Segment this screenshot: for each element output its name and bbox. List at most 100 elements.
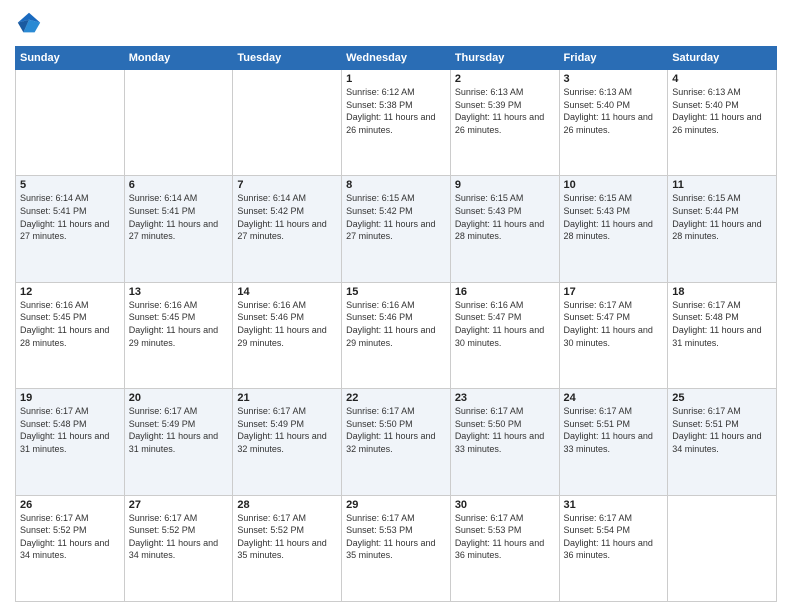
- day-info: Sunrise: 6:16 AM Sunset: 5:46 PM Dayligh…: [346, 299, 446, 349]
- day-number: 25: [672, 392, 772, 404]
- day-number: 29: [346, 499, 446, 511]
- calendar-cell: 29Sunrise: 6:17 AM Sunset: 5:53 PM Dayli…: [342, 495, 451, 601]
- calendar-week-5: 26Sunrise: 6:17 AM Sunset: 5:52 PM Dayli…: [16, 495, 777, 601]
- day-number: 28: [237, 499, 337, 511]
- calendar-table: SundayMondayTuesdayWednesdayThursdayFrid…: [15, 46, 777, 602]
- calendar-cell: 20Sunrise: 6:17 AM Sunset: 5:49 PM Dayli…: [124, 389, 233, 495]
- day-number: 3: [564, 73, 664, 85]
- calendar-cell: 28Sunrise: 6:17 AM Sunset: 5:52 PM Dayli…: [233, 495, 342, 601]
- calendar-cell: 27Sunrise: 6:17 AM Sunset: 5:52 PM Dayli…: [124, 495, 233, 601]
- calendar-cell: 18Sunrise: 6:17 AM Sunset: 5:48 PM Dayli…: [668, 282, 777, 388]
- day-info: Sunrise: 6:15 AM Sunset: 5:42 PM Dayligh…: [346, 192, 446, 242]
- day-number: 20: [129, 392, 229, 404]
- day-info: Sunrise: 6:17 AM Sunset: 5:51 PM Dayligh…: [564, 405, 664, 455]
- calendar-cell: 24Sunrise: 6:17 AM Sunset: 5:51 PM Dayli…: [559, 389, 668, 495]
- day-info: Sunrise: 6:17 AM Sunset: 5:51 PM Dayligh…: [672, 405, 772, 455]
- day-number: 9: [455, 179, 555, 191]
- calendar-week-2: 5Sunrise: 6:14 AM Sunset: 5:41 PM Daylig…: [16, 176, 777, 282]
- day-number: 27: [129, 499, 229, 511]
- day-info: Sunrise: 6:17 AM Sunset: 5:50 PM Dayligh…: [455, 405, 555, 455]
- day-number: 17: [564, 286, 664, 298]
- day-number: 6: [129, 179, 229, 191]
- day-info: Sunrise: 6:17 AM Sunset: 5:53 PM Dayligh…: [455, 512, 555, 562]
- day-number: 8: [346, 179, 446, 191]
- day-number: 15: [346, 286, 446, 298]
- day-info: Sunrise: 6:14 AM Sunset: 5:42 PM Dayligh…: [237, 192, 337, 242]
- day-header-friday: Friday: [559, 47, 668, 70]
- day-number: 31: [564, 499, 664, 511]
- calendar-cell: 4Sunrise: 6:13 AM Sunset: 5:40 PM Daylig…: [668, 70, 777, 176]
- calendar-header-row: SundayMondayTuesdayWednesdayThursdayFrid…: [16, 47, 777, 70]
- day-number: 30: [455, 499, 555, 511]
- calendar-week-4: 19Sunrise: 6:17 AM Sunset: 5:48 PM Dayli…: [16, 389, 777, 495]
- page: SundayMondayTuesdayWednesdayThursdayFrid…: [0, 0, 792, 612]
- day-number: 21: [237, 392, 337, 404]
- day-number: 10: [564, 179, 664, 191]
- calendar-cell: [233, 70, 342, 176]
- header: [15, 10, 777, 38]
- calendar-cell: 22Sunrise: 6:17 AM Sunset: 5:50 PM Dayli…: [342, 389, 451, 495]
- calendar-cell: 26Sunrise: 6:17 AM Sunset: 5:52 PM Dayli…: [16, 495, 125, 601]
- calendar-cell: 25Sunrise: 6:17 AM Sunset: 5:51 PM Dayli…: [668, 389, 777, 495]
- day-info: Sunrise: 6:17 AM Sunset: 5:48 PM Dayligh…: [20, 405, 120, 455]
- day-number: 23: [455, 392, 555, 404]
- day-number: 19: [20, 392, 120, 404]
- day-number: 2: [455, 73, 555, 85]
- day-info: Sunrise: 6:16 AM Sunset: 5:46 PM Dayligh…: [237, 299, 337, 349]
- day-info: Sunrise: 6:14 AM Sunset: 5:41 PM Dayligh…: [129, 192, 229, 242]
- day-header-wednesday: Wednesday: [342, 47, 451, 70]
- day-info: Sunrise: 6:15 AM Sunset: 5:44 PM Dayligh…: [672, 192, 772, 242]
- calendar-cell: 31Sunrise: 6:17 AM Sunset: 5:54 PM Dayli…: [559, 495, 668, 601]
- calendar-cell: 3Sunrise: 6:13 AM Sunset: 5:40 PM Daylig…: [559, 70, 668, 176]
- day-number: 5: [20, 179, 120, 191]
- calendar-cell: 13Sunrise: 6:16 AM Sunset: 5:45 PM Dayli…: [124, 282, 233, 388]
- day-number: 7: [237, 179, 337, 191]
- calendar-cell: 1Sunrise: 6:12 AM Sunset: 5:38 PM Daylig…: [342, 70, 451, 176]
- calendar-cell: 7Sunrise: 6:14 AM Sunset: 5:42 PM Daylig…: [233, 176, 342, 282]
- calendar-cell: 2Sunrise: 6:13 AM Sunset: 5:39 PM Daylig…: [450, 70, 559, 176]
- calendar-cell: 11Sunrise: 6:15 AM Sunset: 5:44 PM Dayli…: [668, 176, 777, 282]
- day-number: 11: [672, 179, 772, 191]
- calendar-cell: [124, 70, 233, 176]
- day-info: Sunrise: 6:17 AM Sunset: 5:53 PM Dayligh…: [346, 512, 446, 562]
- calendar-cell: [16, 70, 125, 176]
- day-header-sunday: Sunday: [16, 47, 125, 70]
- day-number: 14: [237, 286, 337, 298]
- day-info: Sunrise: 6:16 AM Sunset: 5:45 PM Dayligh…: [20, 299, 120, 349]
- day-info: Sunrise: 6:17 AM Sunset: 5:54 PM Dayligh…: [564, 512, 664, 562]
- day-info: Sunrise: 6:16 AM Sunset: 5:45 PM Dayligh…: [129, 299, 229, 349]
- day-header-thursday: Thursday: [450, 47, 559, 70]
- day-header-tuesday: Tuesday: [233, 47, 342, 70]
- calendar-cell: 9Sunrise: 6:15 AM Sunset: 5:43 PM Daylig…: [450, 176, 559, 282]
- day-info: Sunrise: 6:17 AM Sunset: 5:49 PM Dayligh…: [237, 405, 337, 455]
- logo: [15, 10, 47, 38]
- day-info: Sunrise: 6:17 AM Sunset: 5:50 PM Dayligh…: [346, 405, 446, 455]
- calendar-cell: 12Sunrise: 6:16 AM Sunset: 5:45 PM Dayli…: [16, 282, 125, 388]
- day-number: 16: [455, 286, 555, 298]
- day-header-monday: Monday: [124, 47, 233, 70]
- calendar-cell: 14Sunrise: 6:16 AM Sunset: 5:46 PM Dayli…: [233, 282, 342, 388]
- day-header-saturday: Saturday: [668, 47, 777, 70]
- day-info: Sunrise: 6:17 AM Sunset: 5:52 PM Dayligh…: [20, 512, 120, 562]
- day-info: Sunrise: 6:16 AM Sunset: 5:47 PM Dayligh…: [455, 299, 555, 349]
- logo-icon: [15, 10, 43, 38]
- calendar-week-1: 1Sunrise: 6:12 AM Sunset: 5:38 PM Daylig…: [16, 70, 777, 176]
- calendar-cell: [668, 495, 777, 601]
- calendar-cell: 15Sunrise: 6:16 AM Sunset: 5:46 PM Dayli…: [342, 282, 451, 388]
- day-info: Sunrise: 6:15 AM Sunset: 5:43 PM Dayligh…: [564, 192, 664, 242]
- calendar-cell: 16Sunrise: 6:16 AM Sunset: 5:47 PM Dayli…: [450, 282, 559, 388]
- day-number: 22: [346, 392, 446, 404]
- day-number: 18: [672, 286, 772, 298]
- day-number: 12: [20, 286, 120, 298]
- day-info: Sunrise: 6:14 AM Sunset: 5:41 PM Dayligh…: [20, 192, 120, 242]
- day-info: Sunrise: 6:13 AM Sunset: 5:40 PM Dayligh…: [672, 86, 772, 136]
- day-number: 4: [672, 73, 772, 85]
- day-number: 24: [564, 392, 664, 404]
- day-number: 1: [346, 73, 446, 85]
- day-info: Sunrise: 6:17 AM Sunset: 5:52 PM Dayligh…: [129, 512, 229, 562]
- day-info: Sunrise: 6:15 AM Sunset: 5:43 PM Dayligh…: [455, 192, 555, 242]
- day-info: Sunrise: 6:13 AM Sunset: 5:39 PM Dayligh…: [455, 86, 555, 136]
- calendar-cell: 6Sunrise: 6:14 AM Sunset: 5:41 PM Daylig…: [124, 176, 233, 282]
- calendar-cell: 23Sunrise: 6:17 AM Sunset: 5:50 PM Dayli…: [450, 389, 559, 495]
- day-number: 13: [129, 286, 229, 298]
